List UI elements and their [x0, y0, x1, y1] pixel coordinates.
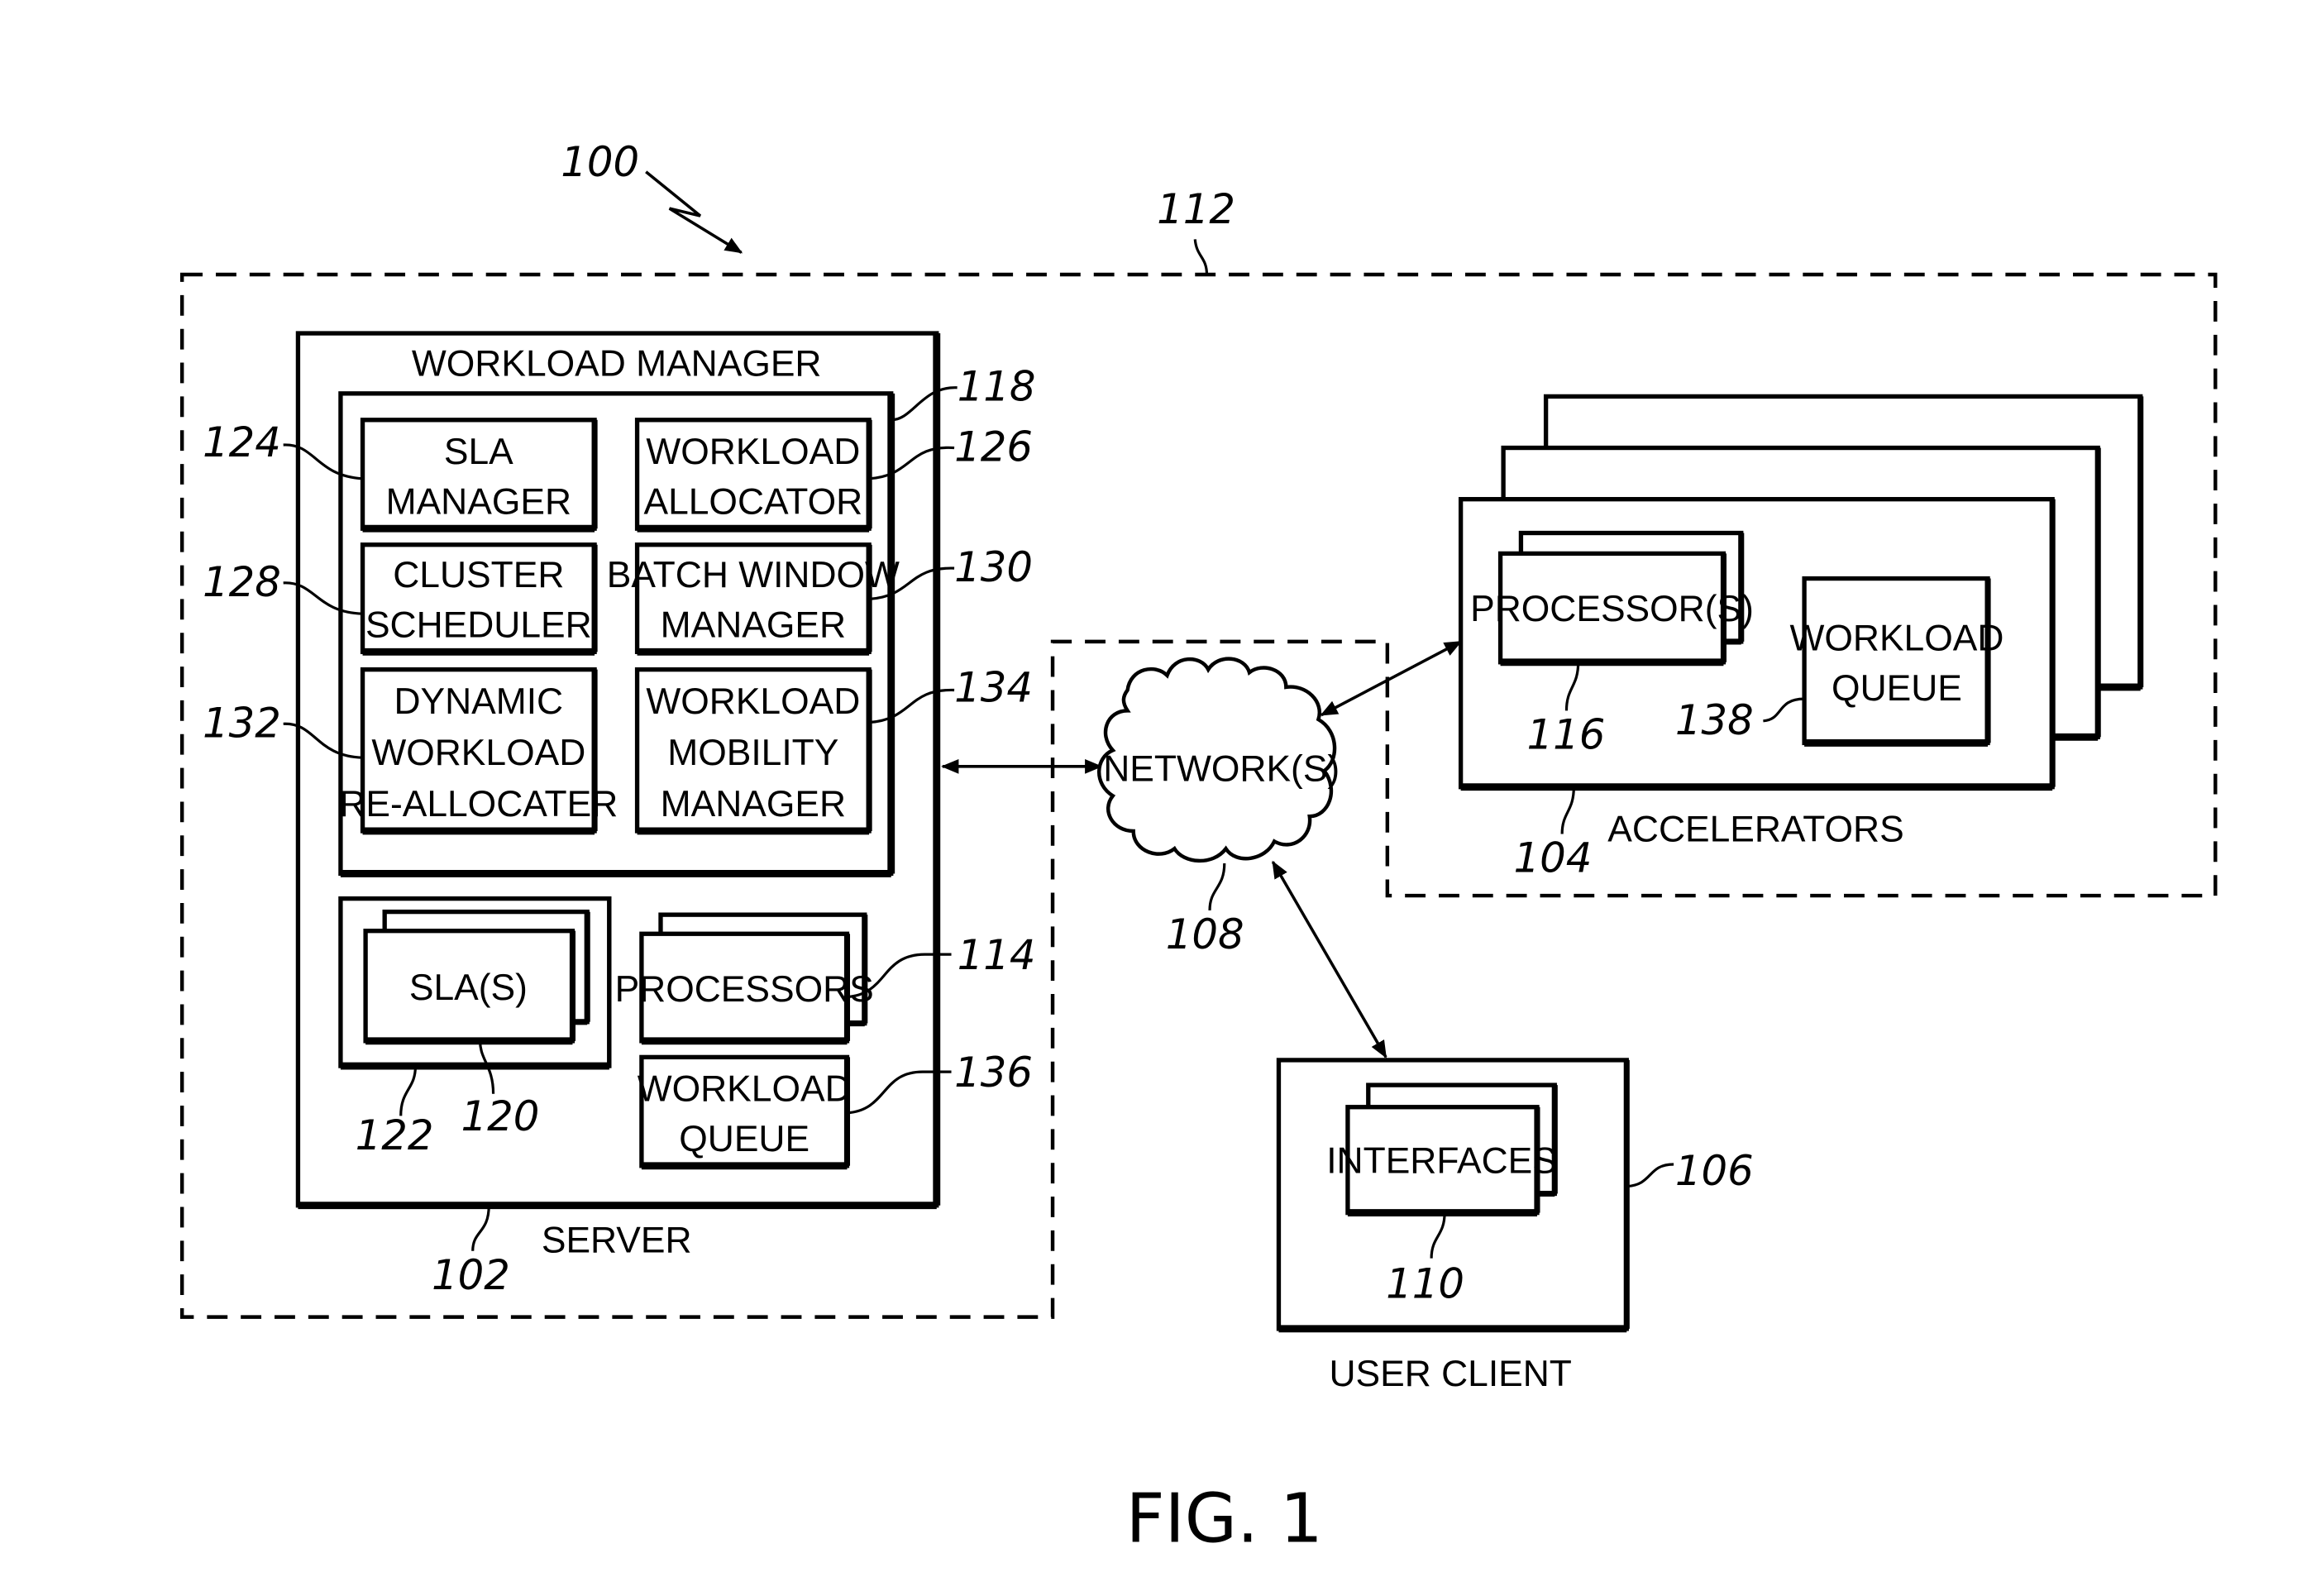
- leader-108: [1208, 863, 1226, 910]
- module-label-line: MANAGER: [386, 481, 571, 522]
- module-sla-manager: SLA MANAGER: [360, 418, 598, 533]
- module-label-line: MANAGER: [661, 605, 846, 646]
- ref-110: 110: [1386, 1260, 1464, 1308]
- module-label-line: WORKLOAD: [646, 681, 860, 722]
- accelerator-queue-label-line: WORKLOAD: [1790, 619, 2004, 659]
- module-label-line: MANAGER: [661, 784, 846, 824]
- module-label-line: SLA: [444, 432, 513, 472]
- leader-112: [1193, 239, 1209, 275]
- server-queue-label-line: QUEUE: [679, 1119, 810, 1159]
- leader-100: [645, 170, 743, 254]
- accelerators-label: ACCELERATORS: [1607, 809, 1903, 849]
- module-label-line: WORKLOAD: [646, 432, 860, 472]
- arrow-network-userclient: [1271, 860, 1387, 1058]
- server-label: SERVER: [542, 1221, 692, 1261]
- module-label-line: ALLOCATOR: [643, 481, 862, 522]
- ref-130: 130: [954, 543, 1033, 591]
- module-label-line: CLUSTER: [393, 555, 564, 595]
- accelerator-processors: PROCESSOR(S): [1470, 530, 1754, 667]
- ref-104: 104: [1514, 834, 1593, 882]
- ref-124: 124: [203, 418, 281, 466]
- module-label-line: RE-ALLOCATER: [339, 784, 618, 824]
- module-batch-window-manager: BATCH WINDOW MANAGER: [607, 542, 900, 656]
- accelerator-processors-label: PROCESSOR(S): [1470, 589, 1754, 629]
- ref-118: 118: [958, 363, 1036, 411]
- server-workload-queue: WORKLOAD QUEUE: [638, 1054, 852, 1170]
- leader-102: [471, 1205, 490, 1251]
- user-client-label: USER CLIENT: [1329, 1354, 1571, 1394]
- interfaces-label: INTERFACES: [1326, 1141, 1557, 1182]
- server-queue-label-line: WORKLOAD: [638, 1069, 852, 1110]
- module-cluster-scheduler: CLUSTER SCHEDULER: [360, 542, 598, 656]
- ref-108: 108: [1166, 910, 1244, 958]
- ref-136: 136: [954, 1049, 1033, 1097]
- ref-102: 102: [432, 1251, 510, 1299]
- module-label-line: MOBILITY: [667, 733, 838, 773]
- processors-label: PROCESSORS: [615, 969, 874, 1010]
- sla-group: SLA(S): [338, 896, 612, 1070]
- module-label-line: SCHEDULER: [365, 605, 592, 646]
- ref-138: 138: [1675, 696, 1754, 744]
- leader-104: [1560, 786, 1575, 834]
- module-label-line: BATCH WINDOW: [607, 555, 900, 595]
- figure-label: FIG. 1: [1126, 1479, 1323, 1558]
- ref-134: 134: [954, 664, 1033, 712]
- leader-106: [1626, 1163, 1674, 1188]
- workload-manager-title: WORKLOAD MANAGER: [412, 344, 822, 385]
- accelerator-workload-queue: WORKLOAD QUEUE: [1790, 576, 2004, 747]
- ref-114: 114: [958, 931, 1036, 979]
- server-processors: PROCESSORS: [615, 912, 874, 1045]
- ref-100: 100: [561, 138, 639, 186]
- module-workload-mobility-manager: WORKLOAD MOBILITY MANAGER: [634, 667, 872, 835]
- module-dynamic-workload-reallocater: DYNAMIC WORKLOAD RE-ALLOCATER: [339, 667, 618, 835]
- patent-figure-1: 112 100 SERVER 102 WORKLOAD MANAGER 118 …: [179, 138, 2218, 1558]
- ref-122: 122: [356, 1111, 434, 1159]
- module-workload-allocator: WORKLOAD ALLOCATOR: [634, 418, 872, 533]
- arrow-network-accelerators: [1320, 640, 1463, 717]
- ref-128: 128: [203, 558, 281, 606]
- ref-116: 116: [1527, 711, 1606, 759]
- ref-132: 132: [203, 699, 281, 747]
- ref-120: 120: [461, 1092, 540, 1140]
- network-label: NETWORK(S): [1103, 749, 1340, 790]
- ref-126: 126: [954, 423, 1033, 471]
- ref-112: 112: [1157, 185, 1235, 233]
- module-label-line: WORKLOAD: [371, 733, 585, 773]
- accelerator-queue-label-line: QUEUE: [1832, 668, 1962, 709]
- slas-label: SLA(S): [409, 968, 528, 1008]
- ref-106: 106: [1675, 1147, 1754, 1195]
- module-label-line: DYNAMIC: [394, 681, 563, 722]
